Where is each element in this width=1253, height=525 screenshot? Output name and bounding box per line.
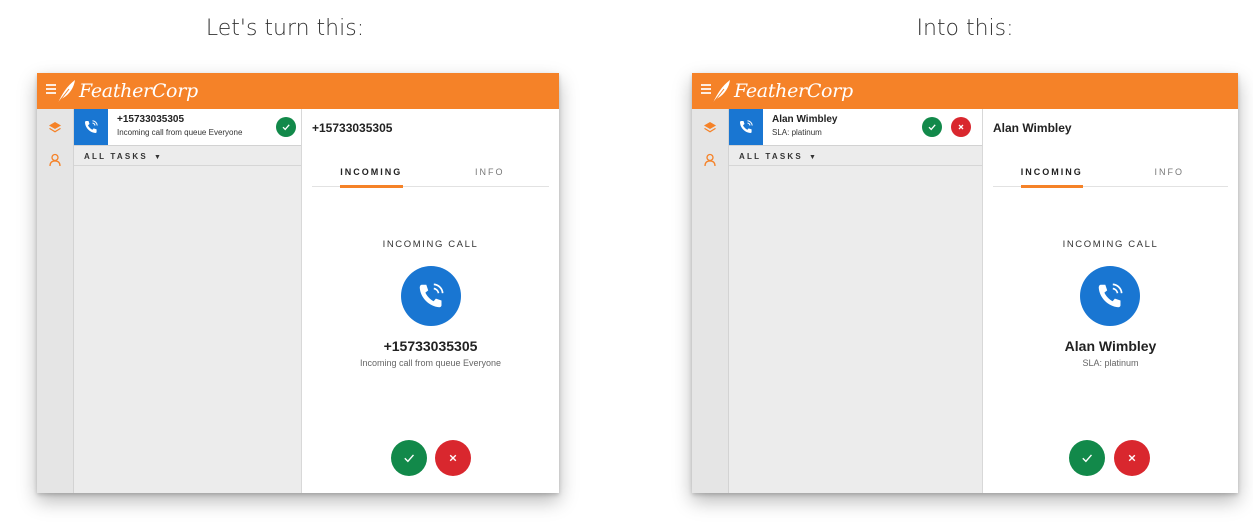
caret-down-icon: ▼ (153, 154, 161, 161)
check-icon (1082, 454, 1093, 463)
tab-bar: INCOMING INFO (312, 164, 550, 188)
app-window-after: FeatherCorp Alan Wimbley SLA: platinum A… (692, 73, 1238, 493)
task-title: +15733035305 (117, 114, 185, 125)
accept-button[interactable] (922, 117, 942, 137)
task-subtitle: SLA: platinum (772, 128, 822, 137)
all-tasks-label: ALL TASKS (84, 152, 148, 161)
layers-icon[interactable] (48, 121, 62, 135)
brand-logo: FeatherCorp (710, 75, 853, 107)
accept-call-button[interactable] (1069, 440, 1105, 476)
check-icon (404, 454, 415, 463)
tab-info[interactable]: INFO (1111, 164, 1229, 186)
all-tasks-filter[interactable]: ALL TASKS ▼ (84, 152, 161, 161)
incoming-call-label: INCOMING CALL (382, 239, 479, 250)
feather-logo-icon (57, 80, 75, 104)
task-title: Alan Wimbley (772, 114, 838, 125)
tab-incoming[interactable]: INCOMING (993, 164, 1111, 188)
agent-icon[interactable] (703, 153, 717, 167)
top-bar: FeatherCorp (37, 73, 559, 109)
caller-subtitle: Incoming call from queue Everyone (359, 358, 502, 368)
app-window-before: FeatherCorp +15733035305 Incoming call f… (37, 73, 559, 493)
close-icon (958, 124, 964, 130)
task-detail-panel: Alan Wimbley INCOMING INFO INCOMING CALL… (983, 109, 1238, 493)
detail-title: Alan Wimbley (993, 121, 1072, 135)
phone-icon (729, 109, 763, 145)
all-tasks-filter[interactable]: ALL TASKS ▼ (739, 152, 816, 161)
agent-icon[interactable] (48, 153, 62, 167)
accept-call-button[interactable] (391, 440, 427, 476)
layers-icon[interactable] (703, 121, 717, 135)
divider (729, 165, 982, 166)
caption-before: Let's turn this: (205, 16, 365, 41)
task-list: Alan Wimbley SLA: platinum ALL TASKS ▼ (729, 109, 983, 493)
caret-down-icon: ▼ (808, 154, 816, 161)
reject-call-button[interactable] (1114, 440, 1150, 476)
phone-icon (401, 266, 461, 326)
brand-name: FeatherCorp (79, 80, 198, 102)
reject-button[interactable] (951, 117, 971, 137)
check-icon (928, 124, 936, 131)
phone-icon (74, 109, 108, 145)
brand-logo: FeatherCorp (55, 75, 198, 107)
left-nav (37, 109, 74, 493)
brand-name: FeatherCorp (734, 80, 853, 102)
tab-bar: INCOMING INFO (993, 164, 1229, 188)
feather-logo-icon (712, 80, 730, 104)
incoming-call-label: INCOMING CALL (1062, 239, 1159, 250)
all-tasks-label: ALL TASKS (739, 152, 803, 161)
task-item[interactable]: Alan Wimbley SLA: platinum (729, 109, 982, 146)
accept-button[interactable] (276, 117, 296, 137)
left-nav (692, 109, 729, 493)
task-list: +15733035305 Incoming call from queue Ev… (74, 109, 327, 493)
top-bar: FeatherCorp (692, 73, 1238, 109)
caller-name: +15733035305 (383, 338, 478, 354)
task-detail-panel: +15733035305 INCOMING INFO INCOMING CALL… (302, 109, 559, 493)
caller-name: Alan Wimbley (1064, 338, 1157, 354)
tab-info[interactable]: INFO (431, 164, 550, 186)
detail-title: +15733035305 (312, 121, 393, 135)
close-icon (1128, 454, 1136, 462)
check-icon (282, 124, 290, 131)
caption-after: Into this: (916, 16, 1014, 41)
task-subtitle: Incoming call from queue Everyone (117, 128, 243, 137)
reject-call-button[interactable] (435, 440, 471, 476)
phone-icon (1080, 266, 1140, 326)
tab-incoming[interactable]: INCOMING (312, 164, 431, 188)
divider (74, 165, 301, 166)
close-icon (449, 454, 457, 462)
task-item[interactable]: +15733035305 Incoming call from queue Ev… (74, 109, 327, 146)
caller-subtitle: SLA: platinum (1082, 358, 1139, 368)
